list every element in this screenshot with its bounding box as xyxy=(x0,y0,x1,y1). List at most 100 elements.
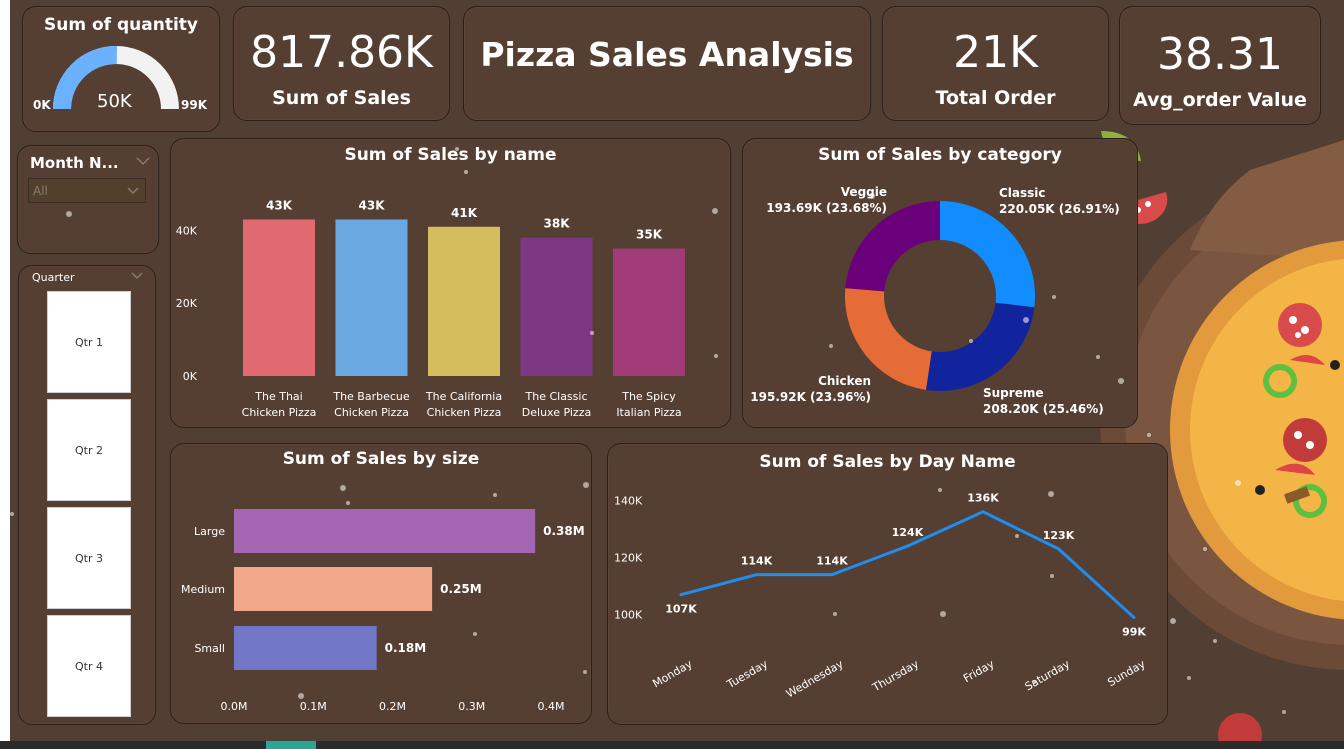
slice-value-label: 193.69K (23.68%) xyxy=(766,201,887,215)
x-tick-label: Chicken Pizza xyxy=(427,406,502,419)
slice-value-label: 220.05K (26.91%) xyxy=(999,202,1120,216)
page-title: Pizza Sales Analysis xyxy=(480,35,854,74)
month-slicer: Month N... All xyxy=(17,145,159,254)
x-tick-label: 0.3M xyxy=(458,700,485,713)
chevron-down-icon[interactable] xyxy=(136,156,150,166)
sales-by-day-chart: Sum of Sales by Day Name 100K 120K 140K 107… xyxy=(607,443,1168,725)
x-tick-label: 0.2M xyxy=(379,700,406,713)
x-tick-label: The Classic xyxy=(525,390,588,403)
slice-name-label: Veggie xyxy=(841,185,887,199)
x-tick-label: Sunday xyxy=(1105,657,1148,689)
x-tick-label: Thursday xyxy=(869,657,921,695)
bar xyxy=(335,219,408,376)
x-tick-label: The Thai xyxy=(254,390,302,403)
data-point xyxy=(1057,547,1060,551)
data-label: 35K xyxy=(636,228,663,242)
data-point xyxy=(1132,616,1136,620)
sales-by-category-chart: Sum of Sales by category Classic 220.05K … xyxy=(742,138,1138,428)
kpi-sales-value: 817.86K xyxy=(250,27,433,78)
quantity-gauge-card: Sum of quantity 0K 50K 99K xyxy=(22,6,220,132)
y-tick-label: Small xyxy=(194,642,225,655)
x-tick-label: Friday xyxy=(961,657,997,685)
bar xyxy=(520,237,593,376)
x-tick-label: Chicken Pizza xyxy=(334,406,409,419)
x-tick-label: Deluxe Pizza xyxy=(522,406,591,419)
data-label: 0.18M xyxy=(385,641,427,655)
slice-value-label: 208.20K (25.46%) xyxy=(983,402,1104,416)
sales-by-name-chart: Sum of Sales by name 0K 20K 40K 43K The Thai… xyxy=(170,138,731,428)
kpi-avg-order-value: 38.31 Avg_order Value xyxy=(1119,6,1321,125)
month-dropdown[interactable]: All xyxy=(28,178,146,203)
y-tick-label: 140K xyxy=(614,494,643,507)
sales-by-category-plot: Classic 220.05K (26.91%) Supreme 208.20K (2… xyxy=(750,185,1120,416)
data-label: 0.25M xyxy=(440,582,482,596)
gauge-min-label: 0K xyxy=(33,98,51,112)
month-slicer-title: Month N... xyxy=(30,154,119,172)
kpi-total-order: 21K Total Order xyxy=(882,6,1109,121)
chevron-down-icon[interactable] xyxy=(131,272,143,280)
kpi-orders-label: Total Order xyxy=(935,87,1056,109)
data-label: 124K xyxy=(892,526,924,539)
data-label: 43K xyxy=(266,198,293,212)
kpi-avg-label: Avg_order Value xyxy=(1133,89,1307,111)
quarter-slicer-title: Quarter xyxy=(32,271,75,284)
bar xyxy=(234,509,536,553)
y-tick-label: 100K xyxy=(614,609,643,622)
quarter-slicer: Quarter Qtr 1 Qtr 2 Qtr 3 Qtr 4 xyxy=(18,265,156,725)
data-label: 107K xyxy=(665,603,697,616)
data-point xyxy=(906,544,909,548)
bottom-status-bar xyxy=(0,741,1344,749)
x-tick-label: Italian Pizza xyxy=(616,406,681,419)
data-label: 0.38M xyxy=(543,524,585,538)
quarter-option-qtr3[interactable]: Qtr 3 xyxy=(47,507,131,609)
title-card: Pizza Sales Analysis xyxy=(463,6,871,121)
data-point xyxy=(755,573,758,577)
x-tick-label: The Spicy xyxy=(621,390,676,403)
slice-value-label: 195.92K (23.96%) xyxy=(750,390,871,404)
data-label: 43K xyxy=(359,198,386,212)
x-tick-label: 0.0M xyxy=(221,700,248,713)
x-tick-label: Chicken Pizza xyxy=(242,406,317,419)
data-label: 123K xyxy=(1043,529,1075,542)
y-tick-label: Large xyxy=(194,525,225,538)
data-point xyxy=(679,593,683,597)
bar xyxy=(234,567,433,611)
y-tick-label: 0K xyxy=(183,370,198,383)
slice-name-label: Chicken xyxy=(818,374,871,388)
data-label: 99K xyxy=(1122,626,1146,639)
x-tick-label: Monday xyxy=(650,657,695,690)
y-tick-label: Medium xyxy=(181,583,225,596)
data-label: 114K xyxy=(816,555,848,568)
quarter-option-qtr4[interactable]: Qtr 4 xyxy=(47,615,131,717)
x-tick-label: The California xyxy=(425,390,502,403)
data-point xyxy=(981,510,985,514)
dashboard-canvas: Sum of quantity 0K 50K 99K 817.86K Sum o… xyxy=(0,0,1344,749)
bar xyxy=(234,626,377,670)
x-tick-label: The Barbecue xyxy=(332,390,410,403)
quarter-option-qtr2[interactable]: Qtr 2 xyxy=(47,399,131,501)
donut-slice xyxy=(925,302,1035,391)
kpi-orders-value: 21K xyxy=(953,27,1038,78)
bar xyxy=(613,248,685,376)
left-edge-bar xyxy=(0,0,10,749)
active-page-tab[interactable] xyxy=(266,741,316,749)
gauge-max-label: 99K xyxy=(181,98,207,112)
sales-by-day-plot: 100K 120K 140K 107K Monday 114K Tuesday 114K Wed… xyxy=(614,492,1148,701)
x-tick-label: Wednesday xyxy=(784,657,846,700)
kpi-avg-value: 38.31 xyxy=(1157,29,1283,80)
kpi-sum-of-sales: 817.86K Sum of Sales xyxy=(233,6,450,121)
quantity-gauge xyxy=(53,46,179,110)
quarter-option-qtr1[interactable]: Qtr 1 xyxy=(47,291,131,393)
kpi-sales-label: Sum of Sales xyxy=(272,87,411,109)
y-tick-label: 120K xyxy=(614,552,643,565)
x-tick-label: 0.4M xyxy=(538,700,565,713)
y-tick-label: 20K xyxy=(176,297,198,310)
sales-by-size-chart: Sum of Sales by size Large 0.38M Medium 0.2… xyxy=(170,443,592,724)
x-tick-label: Tuesday xyxy=(724,657,771,691)
data-label: 41K xyxy=(451,206,478,220)
data-label: 136K xyxy=(967,492,999,505)
x-tick-label: Saturday xyxy=(1023,657,1073,693)
month-dropdown-value: All xyxy=(33,184,48,198)
bokeh-dot xyxy=(10,512,14,516)
donut-slice xyxy=(940,201,1035,308)
